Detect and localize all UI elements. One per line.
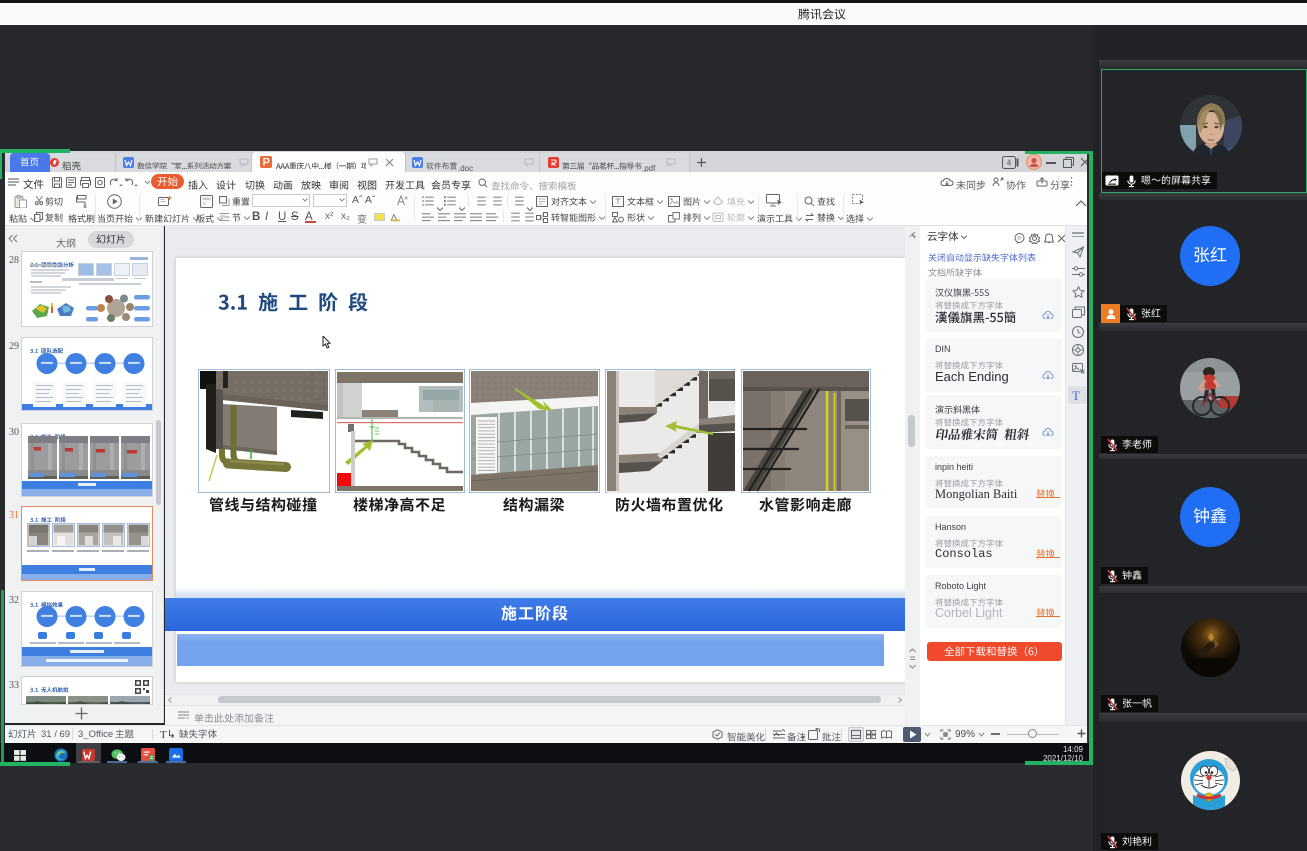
svg-text:4: 4: [1007, 159, 1012, 168]
